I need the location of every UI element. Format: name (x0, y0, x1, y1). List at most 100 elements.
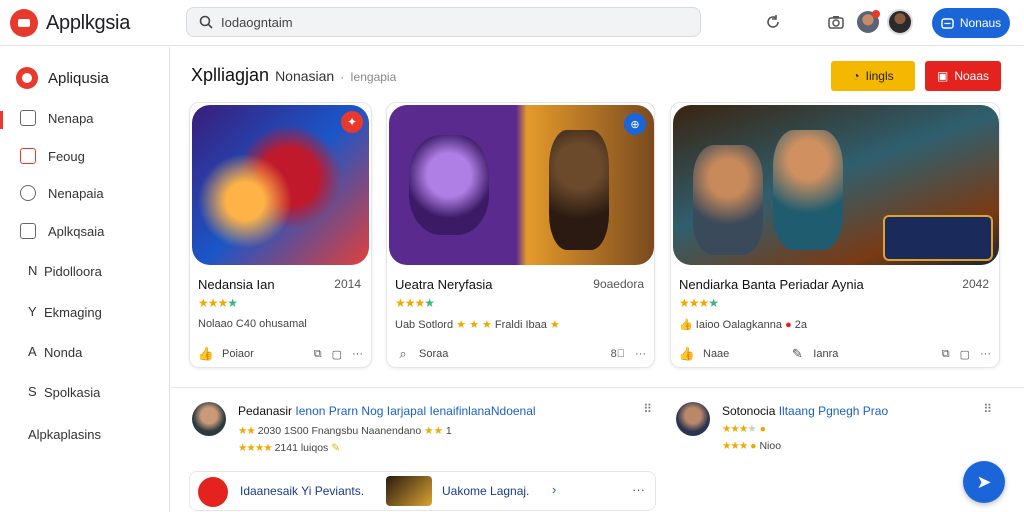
tag-icon: ◔ (852, 69, 860, 83)
chevron-right-icon[interactable]: › (552, 482, 556, 497)
section-divider (171, 387, 1024, 388)
edit-icon[interactable]: ✎ (789, 346, 805, 362)
app-logo[interactable]: Applkgsia (10, 9, 130, 37)
card-year: 2042 (962, 277, 989, 291)
sidebar-item-5[interactable]: Y Ekmaging (0, 297, 170, 327)
drag-handle-icon[interactable]: ⠿ (643, 402, 652, 416)
card-action-label[interactable]: Soraa (419, 348, 448, 360)
app-logo-icon (10, 9, 38, 37)
avatar (676, 402, 710, 436)
red-button-label: Noaas (954, 69, 990, 83)
list-item-card[interactable]: Idaanesaik Yi Peviants. Uakome Lagnaj. ›… (189, 471, 656, 511)
signin-button[interactable]: Nonaus (932, 8, 1010, 38)
breadcrumb-item[interactable]: Iengapia (350, 70, 396, 84)
bookmark-icon[interactable]: ▢ (960, 348, 970, 361)
rating-stars: ★★★★ (679, 296, 719, 310)
sidebar-item-label: Pidolloora (44, 263, 102, 279)
app-icon (198, 477, 228, 507)
game-card[interactable]: ⊕ Ueatra Neryfasia 9oaedora ★★★★ Uab Sot… (386, 102, 655, 368)
card-source: 9oaedora (593, 277, 644, 291)
list-item-title[interactable]: Idaanesaik Yi Peviants. (240, 484, 364, 498)
list-item[interactable]: Sotonocia Iltaang Pgnegh Prao ★★★★ ● ★★★… (676, 402, 992, 456)
top-bar: Applkgsia Nonaus (0, 0, 1024, 46)
share-icon[interactable]: ⧉ (314, 348, 322, 361)
card-actions: 👍 Naae ✎ Ianra ⧉ ▢ ··· (679, 343, 991, 365)
search-input[interactable] (221, 14, 661, 30)
search-icon (199, 15, 213, 29)
sidebar-item-6[interactable]: A Nonda (0, 337, 170, 367)
search-box[interactable] (186, 7, 701, 37)
more-icon[interactable]: ··· (632, 482, 645, 497)
list-item-meta: ★★★ ● Nioo (722, 440, 782, 452)
card-actions: 👍 Poiaor ⧉ ▢ ··· (198, 343, 363, 365)
sidebar-item-prefix: S (28, 384, 37, 399)
bookmark-icon[interactable]: ▢ (332, 348, 342, 361)
pin-icon[interactable]: ⊕ (624, 113, 646, 135)
red-action-button[interactable]: ▣ Noaas (925, 61, 1001, 91)
list-item-meta: ★★ 2030 1S00 Fnangsbu Naanendano ★★ 1 (238, 425, 452, 437)
refresh-icon[interactable] (762, 11, 784, 33)
card-title: Nendiarka Banta Periadar Aynia (679, 277, 864, 292)
card-action-label[interactable]: Naae (703, 348, 729, 360)
sidebar-header[interactable]: Apliqusia (16, 67, 109, 89)
send-icon: ➤ (976, 471, 992, 492)
card-info: Uab Sotlord ★ ★ ★ Fraldi Ibaa ★ (395, 319, 560, 331)
artwork-panel (883, 215, 993, 261)
like-icon[interactable]: 👍 (198, 346, 214, 362)
game-card[interactable]: Nendiarka Banta Periadar Aynia 2042 ★★★★… (670, 102, 1000, 368)
sidebar-header-label: Apliqusia (48, 69, 109, 87)
more-icon[interactable]: ··· (635, 348, 646, 360)
message-icon (941, 17, 954, 29)
signin-label: Nonaus (959, 16, 1002, 30)
bookmark-icon (20, 148, 36, 164)
sidebar-item-label: Nonda (44, 344, 83, 360)
card-action-label[interactable]: Poiaor (222, 348, 254, 360)
search-icon[interactable]: ⌕ (395, 346, 411, 362)
drag-handle-icon[interactable]: ⠿ (983, 402, 992, 416)
share-icon[interactable]: 8⃞ (611, 348, 625, 360)
sidebar-item-8[interactable]: Alpkaplasins (0, 419, 170, 449)
sidebar-item-7[interactable]: S Spolkasia (0, 377, 170, 407)
share-icon[interactable]: ⧉ (942, 348, 950, 361)
sidebar-item-prefix: Y (28, 304, 37, 319)
sidebar: Apliqusia Nenapa Feoug Nenapaia Aplkqsai… (0, 47, 170, 512)
more-icon[interactable]: ··· (980, 348, 991, 360)
sidebar-item-home[interactable]: Nenapa (0, 103, 170, 133)
sidebar-item-prefix: N (28, 263, 38, 278)
list-item-title[interactable]: Uakome Lagnaj. (442, 484, 529, 498)
rating-stars: ★★★★ (198, 296, 238, 310)
sidebar-item-label: Aplkqsaia (48, 223, 105, 239)
game-card[interactable]: ✦ Nedansia Ian 2014 ★★★★ Nolaao C40 ohus… (189, 102, 372, 368)
sidebar-item-prefix: A (28, 344, 37, 359)
sidebar-item-bookmark[interactable]: Feoug (0, 141, 170, 171)
card-info: Nolaao C40 ohusamal (198, 318, 307, 330)
page-subtitle[interactable]: Nonasian (275, 68, 334, 84)
avatar (192, 402, 226, 436)
list-item[interactable]: Pedanasir Ienon Prarn Nog Iarjapal Ienai… (192, 402, 652, 456)
user-avatar[interactable] (887, 9, 913, 35)
home-icon (20, 110, 36, 126)
camera-icon[interactable] (825, 11, 847, 33)
card-action-label-2[interactable]: Ianra (813, 348, 838, 360)
game-thumbnail (386, 476, 432, 506)
pin-icon[interactable]: ✦ (341, 111, 363, 133)
list-item-title[interactable]: Pedanasir Ienon Prarn Nog Iarjapal Ienai… (238, 404, 536, 418)
app-name: Applkgsia (46, 11, 131, 34)
artwork-character (693, 145, 763, 255)
list-item-title[interactable]: Sotonocia Iltaang Pgnegh Prao (722, 404, 888, 418)
list-item-rating: ★★★★ ● (722, 423, 766, 435)
sidebar-item-label: Nenapa (48, 110, 94, 126)
yellow-button-label: Iingls (865, 69, 894, 83)
card-title: Ueatra Neryfasia (395, 277, 493, 292)
sidebar-item-apps[interactable]: Aplkqsaia (0, 216, 170, 246)
like-icon[interactable]: 👍 (679, 346, 695, 362)
sidebar-item-chat[interactable]: Nenapaia (0, 178, 170, 208)
sidebar-item-label: Alpkaplasins (28, 426, 101, 442)
yellow-action-button[interactable]: ◔ Iingls (831, 61, 915, 91)
game-artwork (673, 105, 999, 265)
more-icon[interactable]: ··· (352, 348, 363, 360)
floating-action-button[interactable]: ➤ (963, 461, 1005, 503)
sidebar-item-label: Feoug (48, 148, 85, 164)
breadcrumb: Xplliagjan Nonasian · Iengapia (191, 65, 396, 86)
sidebar-item-4[interactable]: N Pidolloora (0, 256, 170, 286)
